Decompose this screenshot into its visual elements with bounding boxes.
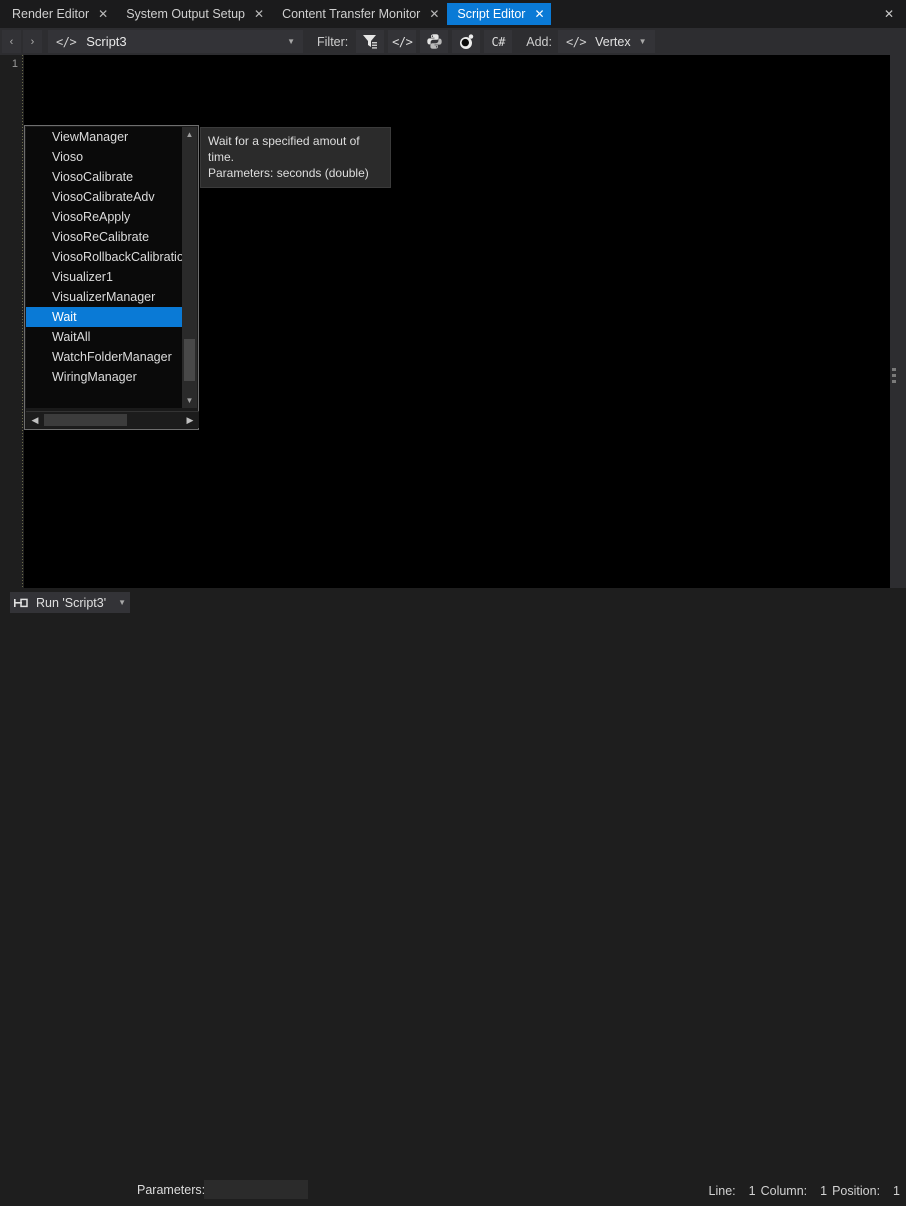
script-selector[interactable]: </> Script3 ▼: [48, 30, 303, 53]
column-label: Column:: [760, 1184, 808, 1198]
script-editor-window: Render Editor ✕ System Output Setup ✕ Co…: [0, 0, 906, 1199]
list-item[interactable]: ViosoReCalibrate: [26, 227, 184, 247]
close-icon[interactable]: ✕: [534, 8, 544, 20]
pane-splitter[interactable]: [890, 55, 906, 588]
run-pin-icon-svg: [14, 598, 28, 607]
tab-label: Content Transfer Monitor: [282, 7, 421, 21]
tooltip-line-1: Wait for a specified amout of time.: [208, 134, 360, 164]
ruby-icon: [459, 34, 473, 49]
run-pin-icon: [10, 592, 32, 613]
nav-forward-button[interactable]: ›: [23, 30, 42, 53]
filter-label: Filter:: [317, 34, 349, 49]
scroll-left-icon[interactable]: ◀: [28, 413, 42, 427]
chevron-down-icon[interactable]: ▼: [287, 37, 295, 46]
list-item[interactable]: ViosoRollbackCalibration: [26, 247, 184, 267]
tab-bar: Render Editor ✕ System Output Setup ✕ Co…: [0, 0, 906, 28]
tooltip-line-2: Parameters: seconds (double): [208, 166, 369, 180]
run-script-button[interactable]: Run 'Script3' ▼: [10, 592, 131, 613]
window-close-icon[interactable]: ✕: [880, 6, 898, 22]
autocomplete-vertical-scrollbar[interactable]: ▲ ▼: [182, 127, 197, 408]
line-number-gutter: 1: [0, 55, 24, 588]
editor-pane: 1 ViewManager Vioso ViosoCalibrate Vioso…: [0, 55, 906, 588]
run-script-label: Run 'Script3': [36, 595, 107, 610]
status-bar: Run 'Script3' ▼ Parameters: Line: 1 Colu…: [0, 588, 906, 1199]
nav-back-button[interactable]: ‹: [2, 30, 21, 53]
code-filter-button[interactable]: </>: [388, 30, 417, 53]
tab-label: Render Editor: [12, 7, 90, 21]
list-item[interactable]: VisualizerManager: [26, 287, 184, 307]
script-name-label: Script3: [86, 34, 127, 49]
parameters-input[interactable]: [204, 1180, 308, 1199]
list-item[interactable]: WatchFolderManager: [26, 347, 184, 367]
autocomplete-tooltip: Wait for a specified amout of time. Para…: [200, 127, 391, 188]
line-value: 1: [748, 1184, 756, 1198]
splitter-grip-icon[interactable]: [892, 368, 896, 386]
python-icon: [427, 34, 442, 49]
code-icon: </>: [56, 34, 77, 49]
list-item[interactable]: ViosoCalibrateAdv: [26, 187, 184, 207]
chevron-down-icon[interactable]: ▼: [118, 598, 126, 607]
close-icon[interactable]: ✕: [254, 8, 264, 20]
tab-label: Script Editor: [457, 7, 526, 21]
scroll-up-icon[interactable]: ▲: [182, 127, 197, 142]
vertical-scroll-thumb[interactable]: [184, 339, 195, 381]
horizontal-scroll-thumb[interactable]: [44, 414, 127, 426]
code-icon: </>: [565, 34, 587, 49]
autocomplete-popup[interactable]: ViewManager Vioso ViosoCalibrate ViosoCa…: [24, 125, 199, 430]
ruby-filter-button[interactable]: [452, 30, 481, 53]
list-item[interactable]: ViosoCalibrate: [26, 167, 184, 187]
parameters-label: Parameters:: [137, 1183, 206, 1197]
list-item[interactable]: Visualizer1: [26, 267, 184, 287]
scroll-right-icon[interactable]: ▶: [183, 413, 197, 427]
list-item-selected[interactable]: Wait: [26, 307, 183, 327]
add-type-value: Vertex: [595, 34, 631, 49]
toolbar: ‹ › </> Script3 ▼ Filter: </> C# Add: </…: [0, 28, 906, 55]
line-label: Line:: [708, 1184, 736, 1198]
filter-icon: [363, 35, 378, 49]
list-item[interactable]: WaitAll: [26, 327, 184, 347]
tab-content-transfer-monitor[interactable]: Content Transfer Monitor ✕: [272, 3, 445, 25]
scroll-down-icon[interactable]: ▼: [182, 393, 197, 408]
position-label: Position:: [832, 1184, 881, 1198]
add-label: Add:: [526, 34, 552, 49]
tab-render-editor[interactable]: Render Editor ✕: [2, 3, 114, 25]
list-item[interactable]: ViosoReApply: [26, 207, 184, 227]
autocomplete-horizontal-scrollbar[interactable]: ◀ ▶: [26, 411, 199, 428]
csharp-icon: C#: [491, 34, 506, 49]
tab-script-editor[interactable]: Script Editor ✕: [447, 3, 551, 25]
chevron-down-icon[interactable]: ▼: [639, 37, 647, 46]
column-value: 1: [820, 1184, 828, 1198]
status-indicators: Line: 1 Column: 1 Position: 1: [699, 1176, 906, 1206]
add-type-selector[interactable]: </> Vertex ▼: [557, 30, 655, 53]
list-item[interactable]: Vioso: [26, 147, 184, 167]
tab-system-output-setup[interactable]: System Output Setup ✕: [116, 3, 270, 25]
filter-icon-button[interactable]: [356, 30, 385, 53]
autocomplete-list[interactable]: ViewManager Vioso ViosoCalibrate ViosoCa…: [26, 127, 184, 408]
line-number: 1: [11, 58, 18, 70]
close-icon[interactable]: ✕: [429, 8, 439, 20]
list-item[interactable]: WiringManager: [26, 367, 184, 387]
position-value: 1: [893, 1184, 900, 1198]
python-filter-button[interactable]: [420, 30, 449, 53]
csharp-filter-button[interactable]: C#: [484, 30, 513, 53]
code-icon: </>: [392, 34, 413, 49]
tab-label: System Output Setup: [126, 7, 245, 21]
gutter-guide: [22, 55, 23, 588]
list-item[interactable]: ViewManager: [26, 127, 184, 147]
close-icon[interactable]: ✕: [98, 8, 108, 20]
